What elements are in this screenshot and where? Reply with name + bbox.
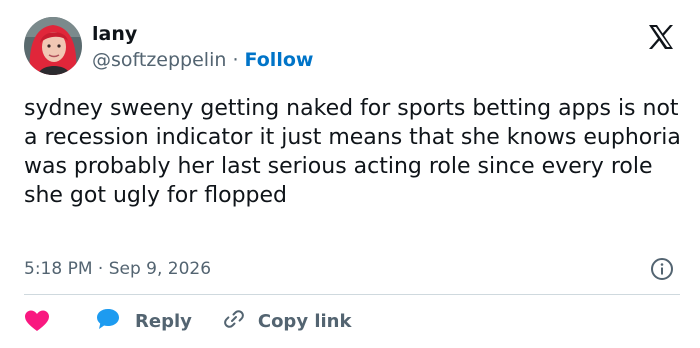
- handle-row: @softzeppelin · Follow: [92, 48, 313, 72]
- x-logo-icon[interactable]: [646, 22, 676, 52]
- user-handle[interactable]: @softzeppelin: [92, 49, 226, 71]
- tweet-date[interactable]: Sep 9, 2026: [109, 259, 211, 279]
- chain-link-icon: [222, 307, 246, 336]
- tweet-meta: 5:18 PM · Sep 9, 2026: [24, 258, 211, 280]
- divider: [24, 294, 680, 295]
- like-button[interactable]: [24, 309, 50, 333]
- tweet-text: sydney sweeny getting naked for sports b…: [24, 96, 681, 208]
- user-name[interactable]: lany: [92, 22, 137, 46]
- info-icon[interactable]: [650, 257, 674, 281]
- copy-link-label: Copy link: [257, 310, 352, 332]
- heart-icon: [25, 310, 49, 331]
- separator: ·: [97, 259, 104, 279]
- tweet-card: lany @softzeppelin · Follow sydney sween…: [0, 0, 700, 348]
- reply-label: Reply: [135, 310, 192, 332]
- reply-button[interactable]: Reply: [95, 307, 192, 336]
- follow-button[interactable]: Follow: [245, 49, 314, 71]
- separator: ·: [232, 49, 239, 71]
- avatar[interactable]: [24, 17, 82, 75]
- copy-link-button[interactable]: Copy link: [222, 307, 352, 336]
- action-bar: Reply Copy link: [24, 305, 351, 337]
- tweet-time[interactable]: 5:18 PM: [24, 259, 93, 279]
- speech-bubble-icon: [95, 307, 121, 336]
